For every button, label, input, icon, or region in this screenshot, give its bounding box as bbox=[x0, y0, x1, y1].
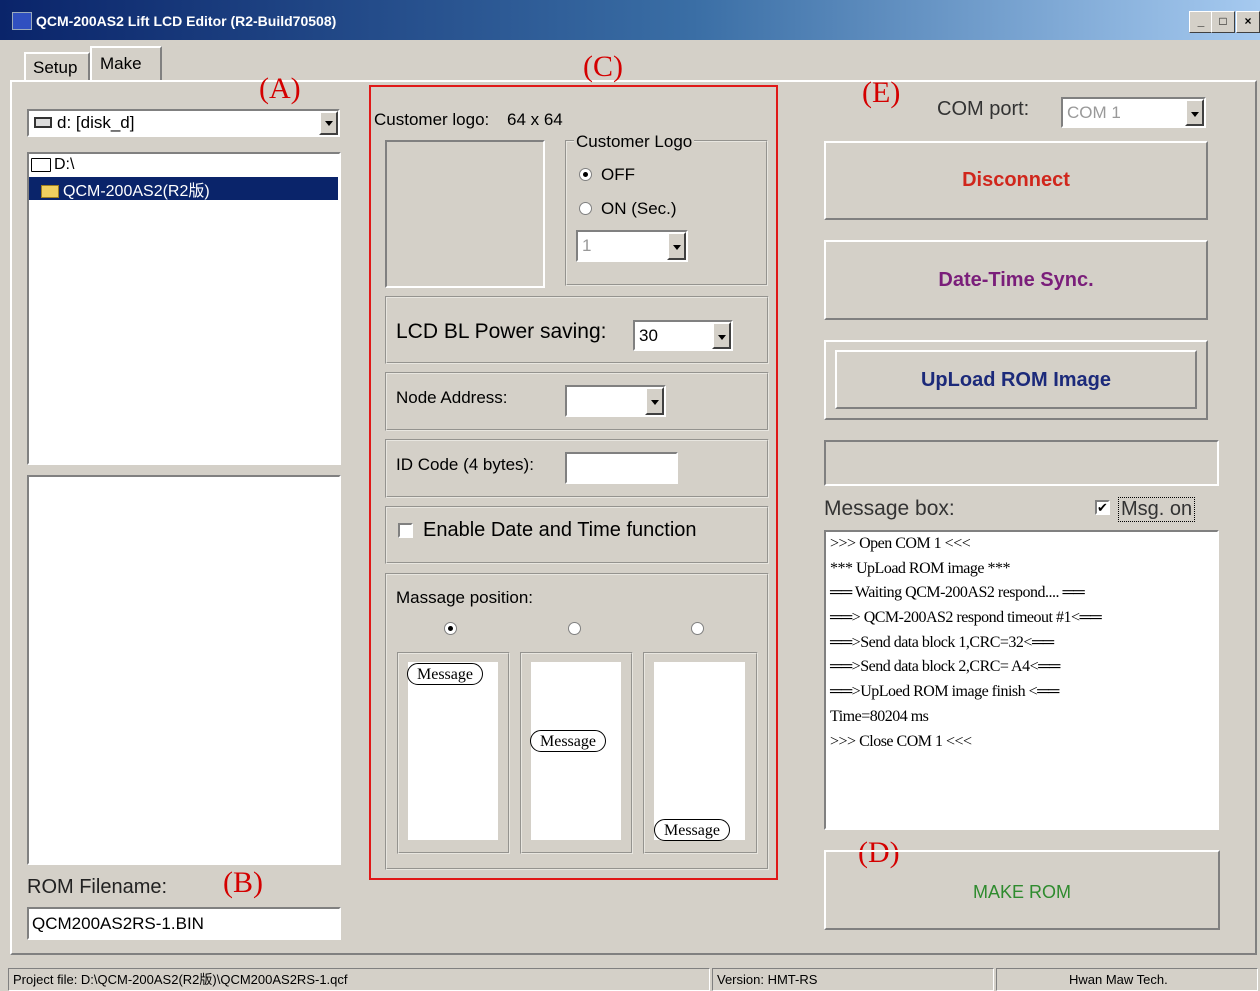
status-company: Hwan Maw Tech. bbox=[996, 968, 1258, 991]
drive-select[interactable]: d: [disk_d] bbox=[27, 109, 340, 137]
log-line: >>> Open COM 1 <<< bbox=[830, 535, 971, 552]
make-rom-button[interactable]: MAKE ROM bbox=[824, 850, 1220, 930]
tree-item-drive[interactable]: D:\ bbox=[31, 156, 74, 177]
date-time-sync-button[interactable]: Date-Time Sync. bbox=[824, 240, 1208, 320]
logo-seconds-value: 1 bbox=[582, 236, 592, 255]
logo-on-radio[interactable] bbox=[579, 202, 592, 215]
node-address-arrow[interactable] bbox=[645, 387, 664, 415]
log-line: ══>Send data block 2,CRC= A4<══ bbox=[830, 658, 1060, 676]
app-icon bbox=[12, 12, 32, 30]
rom-filename-value: QCM200AS2RS-1.BIN bbox=[32, 914, 204, 933]
title-bar: QCM-200AS2 Lift LCD Editor (R2-Build7050… bbox=[0, 0, 1260, 40]
node-address-label: Node Address: bbox=[396, 388, 508, 407]
message-position-label: Massage position: bbox=[396, 588, 534, 607]
log-line: >>> Close COM 1 <<< bbox=[830, 732, 972, 750]
position-bottom-radio[interactable] bbox=[691, 622, 704, 635]
logo-group-title: Customer Logo bbox=[574, 132, 695, 152]
close-button[interactable]: × bbox=[1236, 11, 1260, 33]
node-address-select[interactable] bbox=[565, 385, 666, 417]
log-line: Time=80204 ms bbox=[830, 707, 929, 725]
log-line: ══>UpLoed ROM image finish <══ bbox=[830, 683, 1059, 701]
annotation-a: (A) bbox=[259, 72, 301, 105]
position-middle-radio[interactable] bbox=[568, 622, 581, 635]
position-top-radio[interactable] bbox=[444, 622, 457, 635]
rom-filename-label: ROM Filename: bbox=[27, 876, 168, 898]
maximize-button[interactable]: □ bbox=[1211, 11, 1235, 33]
tree-item-drive-label: D:\ bbox=[54, 156, 75, 173]
logo-seconds-arrow[interactable] bbox=[667, 232, 686, 260]
lcd-bl-value: 30 bbox=[639, 326, 658, 345]
tab-make[interactable]: Make bbox=[90, 46, 162, 82]
upload-rom-button[interactable]: UpLoad ROM Image bbox=[835, 350, 1197, 409]
logo-preview bbox=[385, 140, 545, 288]
progress-bar bbox=[824, 440, 1219, 486]
msg-on-checkbox[interactable]: ✔ bbox=[1095, 500, 1110, 515]
logo-off-radio[interactable] bbox=[579, 168, 592, 181]
tab-make-label: Make bbox=[100, 54, 142, 73]
drive-select-arrow[interactable] bbox=[319, 111, 338, 135]
logo-off-label: OFF bbox=[601, 165, 635, 184]
window-title: QCM-200AS2 Lift LCD Editor (R2-Build7050… bbox=[36, 13, 337, 29]
lcd-bl-select[interactable]: 30 bbox=[633, 320, 733, 351]
disconnect-button[interactable]: Disconnect bbox=[824, 141, 1208, 220]
tab-setup-label: Setup bbox=[33, 58, 78, 77]
annotation-b: (B) bbox=[223, 866, 263, 899]
com-port-select[interactable]: COM 1 bbox=[1061, 97, 1206, 128]
rom-filename-input[interactable]: QCM200AS2RS-1.BIN bbox=[27, 907, 341, 940]
minimize-button[interactable]: _ bbox=[1189, 11, 1213, 33]
customer-logo-size: 64 x 64 bbox=[507, 110, 563, 129]
tree-item-project-label: QCM-200AS2(R2版) bbox=[63, 183, 210, 200]
disk-drive-icon bbox=[34, 117, 52, 128]
logo-seconds-select[interactable]: 1 bbox=[576, 230, 688, 262]
open-folder-icon bbox=[31, 157, 51, 172]
annotation-e: (E) bbox=[862, 76, 901, 109]
date-time-label: Enable Date and Time function bbox=[423, 519, 697, 541]
id-code-input[interactable] bbox=[565, 452, 678, 484]
com-port-value: COM 1 bbox=[1067, 103, 1121, 122]
log-line: ══>Send data block 1,CRC=32<══ bbox=[830, 633, 1054, 651]
lcd-bl-arrow[interactable] bbox=[712, 322, 731, 349]
folder-icon bbox=[41, 185, 59, 199]
status-project-file: Project file: D:\QCM-200AS2(R2版)\QCM200A… bbox=[8, 968, 710, 991]
message-pill-middle: Message bbox=[530, 730, 606, 752]
status-version: Version: HMT-RS bbox=[712, 968, 994, 991]
msg-on-label: Msg. on bbox=[1118, 497, 1196, 522]
lcd-bl-label: LCD BL Power saving: bbox=[396, 320, 607, 343]
log-line: *** UpLoad ROM image *** bbox=[830, 559, 1010, 577]
annotation-c: (C) bbox=[583, 50, 623, 83]
id-code-label: ID Code (4 bytes): bbox=[396, 455, 534, 474]
position-middle-preview[interactable]: Message bbox=[530, 662, 621, 840]
position-bottom-preview[interactable]: Message bbox=[654, 662, 745, 841]
tab-setup[interactable]: Setup bbox=[24, 52, 90, 82]
message-pill-top: Message bbox=[407, 663, 483, 685]
com-port-arrow[interactable] bbox=[1185, 99, 1204, 126]
message-log[interactable]: >>> Open COM 1 <<< *** UpLoad ROM image … bbox=[824, 530, 1219, 830]
date-time-checkbox[interactable] bbox=[398, 523, 413, 538]
tree-item-project[interactable]: QCM-200AS2(R2版) bbox=[29, 177, 338, 200]
com-port-label: COM port: bbox=[937, 98, 1030, 120]
file-list[interactable] bbox=[27, 475, 341, 865]
folder-tree[interactable]: D:\ QCM-200AS2(R2版) bbox=[27, 152, 341, 465]
log-line: ══> QCM-200AS2 respond timeout #1<══ bbox=[830, 609, 1102, 627]
position-top-preview[interactable]: Message bbox=[407, 662, 498, 840]
message-box-label: Message box: bbox=[824, 497, 955, 520]
logo-on-label: ON (Sec.) bbox=[601, 199, 677, 218]
customer-logo-label: Customer logo: bbox=[374, 110, 490, 129]
message-pill-bottom: Message bbox=[654, 819, 730, 841]
log-line: ══ Waiting QCM-200AS2 respond.... ══ bbox=[830, 584, 1085, 602]
